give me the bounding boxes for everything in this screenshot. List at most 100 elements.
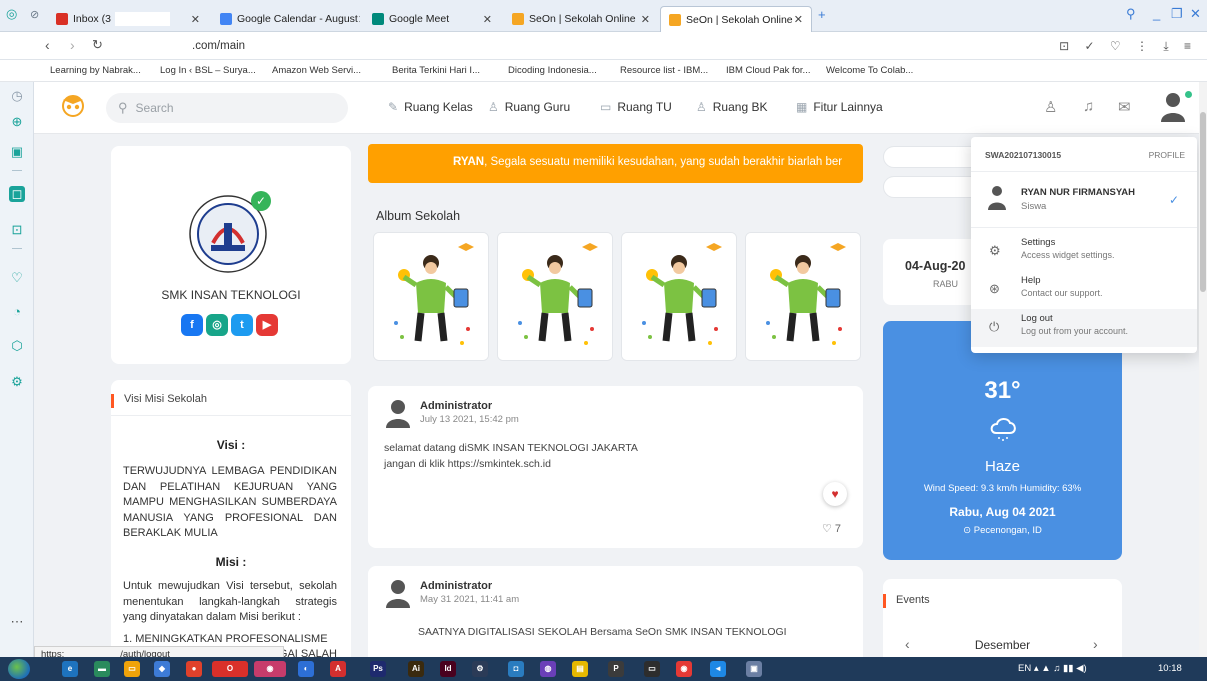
scrollbar-thumb[interactable]: [1200, 112, 1206, 292]
bookmark-item[interactable]: Resource list - IBM...: [620, 65, 708, 76]
desktop-icon[interactable]: ▬: [94, 661, 110, 677]
nav-ruang-guru[interactable]: ♙ Ruang Guru: [488, 100, 570, 114]
menu-logout[interactable]: ⏻ Log out Log out from your account.: [971, 309, 1197, 347]
tab-seon-active[interactable]: SeOn | Sekolah Online ✕: [660, 6, 812, 32]
minimize-icon[interactable]: _: [1153, 6, 1160, 21]
bookmark-item[interactable]: Log In ‹ BSL – Surya...: [160, 65, 256, 76]
youtube-icon[interactable]: ▶: [256, 314, 278, 336]
tab-google-calendar[interactable]: Google Calendar - August ✕: [212, 6, 360, 32]
vscode-icon[interactable]: ◄: [710, 661, 726, 677]
user-role: Siswa: [1021, 201, 1047, 212]
album-photo[interactable]: [745, 232, 861, 361]
clock[interactable]: 10:18: [1158, 663, 1182, 674]
events-card: Events ‹ Desember ›: [883, 579, 1122, 657]
search-input[interactable]: ⚲ Search: [106, 93, 348, 123]
close-icon[interactable]: ✕: [641, 13, 650, 26]
mail-icon[interactable]: ✉: [1118, 98, 1131, 116]
app-icon[interactable]: ⚙: [472, 661, 488, 677]
nav-ruang-kelas[interactable]: ✎ Ruang Kelas: [388, 100, 473, 114]
chrome-icon[interactable]: ●: [186, 661, 202, 677]
redacted-block: [114, 12, 170, 26]
app-icon[interactable]: ◍: [540, 661, 556, 677]
page-scrollbar[interactable]: [1199, 82, 1207, 657]
start-button[interactable]: [8, 659, 30, 679]
heart-icon[interactable]: ♡: [9, 270, 25, 286]
app-icon[interactable]: ◉: [254, 661, 286, 677]
app-icon[interactable]: ◆: [154, 661, 170, 677]
menu-settings[interactable]: ⚙ Settings Access widget settings.: [971, 233, 1197, 271]
next-month-button[interactable]: ›: [1093, 636, 1098, 652]
reload-icon[interactable]: ↻: [92, 37, 103, 53]
post-author: Administrator: [420, 580, 493, 592]
clock-icon[interactable]: ◔: [9, 304, 25, 320]
twitter-icon[interactable]: t: [231, 314, 253, 336]
bookmark-item[interactable]: Learning by Nabrak...: [50, 65, 141, 76]
app-icon[interactable]: ▣: [746, 661, 762, 677]
user-avatar-icon: [988, 186, 1006, 210]
bell-icon[interactable]: ♫: [1083, 98, 1094, 115]
close-icon[interactable]: ✕: [794, 13, 803, 26]
link-icon[interactable]: ⊘: [30, 8, 39, 21]
facebook-icon[interactable]: f: [181, 314, 203, 336]
ie-icon[interactable]: e: [62, 661, 78, 677]
photoshop-icon[interactable]: Ps: [370, 661, 386, 677]
restore-icon[interactable]: ❐: [1171, 6, 1183, 22]
messenger-icon[interactable]: ⊡: [9, 222, 25, 238]
new-tab-button[interactable]: +: [818, 7, 826, 22]
system-tray[interactable]: EN ▴ ▲ ♫ ▮▮ ◀): [1018, 663, 1087, 674]
tab-seon-1[interactable]: SeOn | Sekolah Online ✕: [504, 6, 658, 32]
tab-gmail[interactable]: Inbox (3 ✕: [48, 6, 208, 32]
like-count[interactable]: ♡ 7: [822, 522, 841, 535]
bookmark-item[interactable]: IBM Cloud Pak for...: [726, 65, 810, 76]
url-field[interactable]: .com/main: [192, 40, 245, 52]
instagram-icon[interactable]: ◎: [206, 314, 228, 336]
bookmark-item[interactable]: Amazon Web Servi...: [272, 65, 361, 76]
avatar[interactable]: [1158, 90, 1188, 122]
chat-icon[interactable]: ▣: [9, 144, 25, 160]
nav-ruang-bk[interactable]: ♙ Ruang BK: [696, 100, 767, 114]
app-icon[interactable]: ◘: [508, 661, 524, 677]
bag-icon[interactable]: ⊕: [9, 114, 25, 130]
address-actions[interactable]: ⊡ ✓ ♡ ⋮ ⤓ ≡: [1059, 39, 1197, 54]
folder-icon: ▭: [600, 100, 612, 114]
profile-icon[interactable]: ♙: [1044, 98, 1057, 116]
close-icon[interactable]: ✕: [358, 13, 360, 26]
bookmark-item[interactable]: Dicoding Indonesia...: [508, 65, 597, 76]
speed-dial-icon[interactable]: ◷: [9, 88, 25, 104]
more-icon[interactable]: ⋯: [9, 614, 25, 630]
menu-help[interactable]: ⊛ Help Contact our support.: [971, 271, 1197, 309]
seon-logo-icon[interactable]: [60, 92, 86, 118]
nav-fitur-lainnya[interactable]: ▦ Fitur Lainnya: [796, 100, 883, 114]
opera-icon[interactable]: O: [212, 661, 248, 677]
acrobat-icon[interactable]: A: [330, 661, 346, 677]
folder-icon[interactable]: ▭: [124, 661, 140, 677]
nav-ruang-tu[interactable]: ▭ Ruang TU: [600, 100, 672, 114]
indesign-icon[interactable]: Id: [440, 661, 456, 677]
album-photo[interactable]: [497, 232, 613, 361]
browser-menu-icon[interactable]: ◎: [6, 6, 17, 22]
app-icon[interactable]: ◉: [676, 661, 692, 677]
cube-icon[interactable]: ⬡: [9, 338, 25, 354]
close-icon[interactable]: ✕: [191, 13, 200, 26]
tab-google-meet[interactable]: Google Meet ✕: [364, 6, 500, 32]
album-photo[interactable]: [373, 232, 489, 361]
tab-label: Inbox (3: [73, 13, 111, 25]
close-icon[interactable]: ✕: [483, 13, 492, 26]
illustrator-icon[interactable]: Ai: [408, 661, 424, 677]
back-icon[interactable]: ‹: [45, 37, 50, 53]
app-icon[interactable]: ◻: [9, 186, 25, 202]
app-icon[interactable]: P: [608, 661, 624, 677]
profile-link[interactable]: PROFILE: [1149, 150, 1185, 160]
search-icon[interactable]: ⚲: [1126, 6, 1136, 22]
menu-subtitle: Contact our support.: [1021, 288, 1103, 298]
app-icon[interactable]: ◐: [298, 661, 314, 677]
bookmark-item[interactable]: Welcome To Colab...: [826, 65, 913, 76]
like-button[interactable]: ♥: [823, 482, 847, 506]
bookmark-item[interactable]: Berita Terkini Hari I...: [392, 65, 480, 76]
close-window-icon[interactable]: ✕: [1190, 6, 1201, 22]
terminal-icon[interactable]: ▭: [644, 661, 660, 677]
notes-icon[interactable]: ▤: [572, 661, 588, 677]
forward-icon[interactable]: ›: [70, 37, 75, 53]
album-photo[interactable]: [621, 232, 737, 361]
settings-icon[interactable]: ⚙: [9, 374, 25, 390]
